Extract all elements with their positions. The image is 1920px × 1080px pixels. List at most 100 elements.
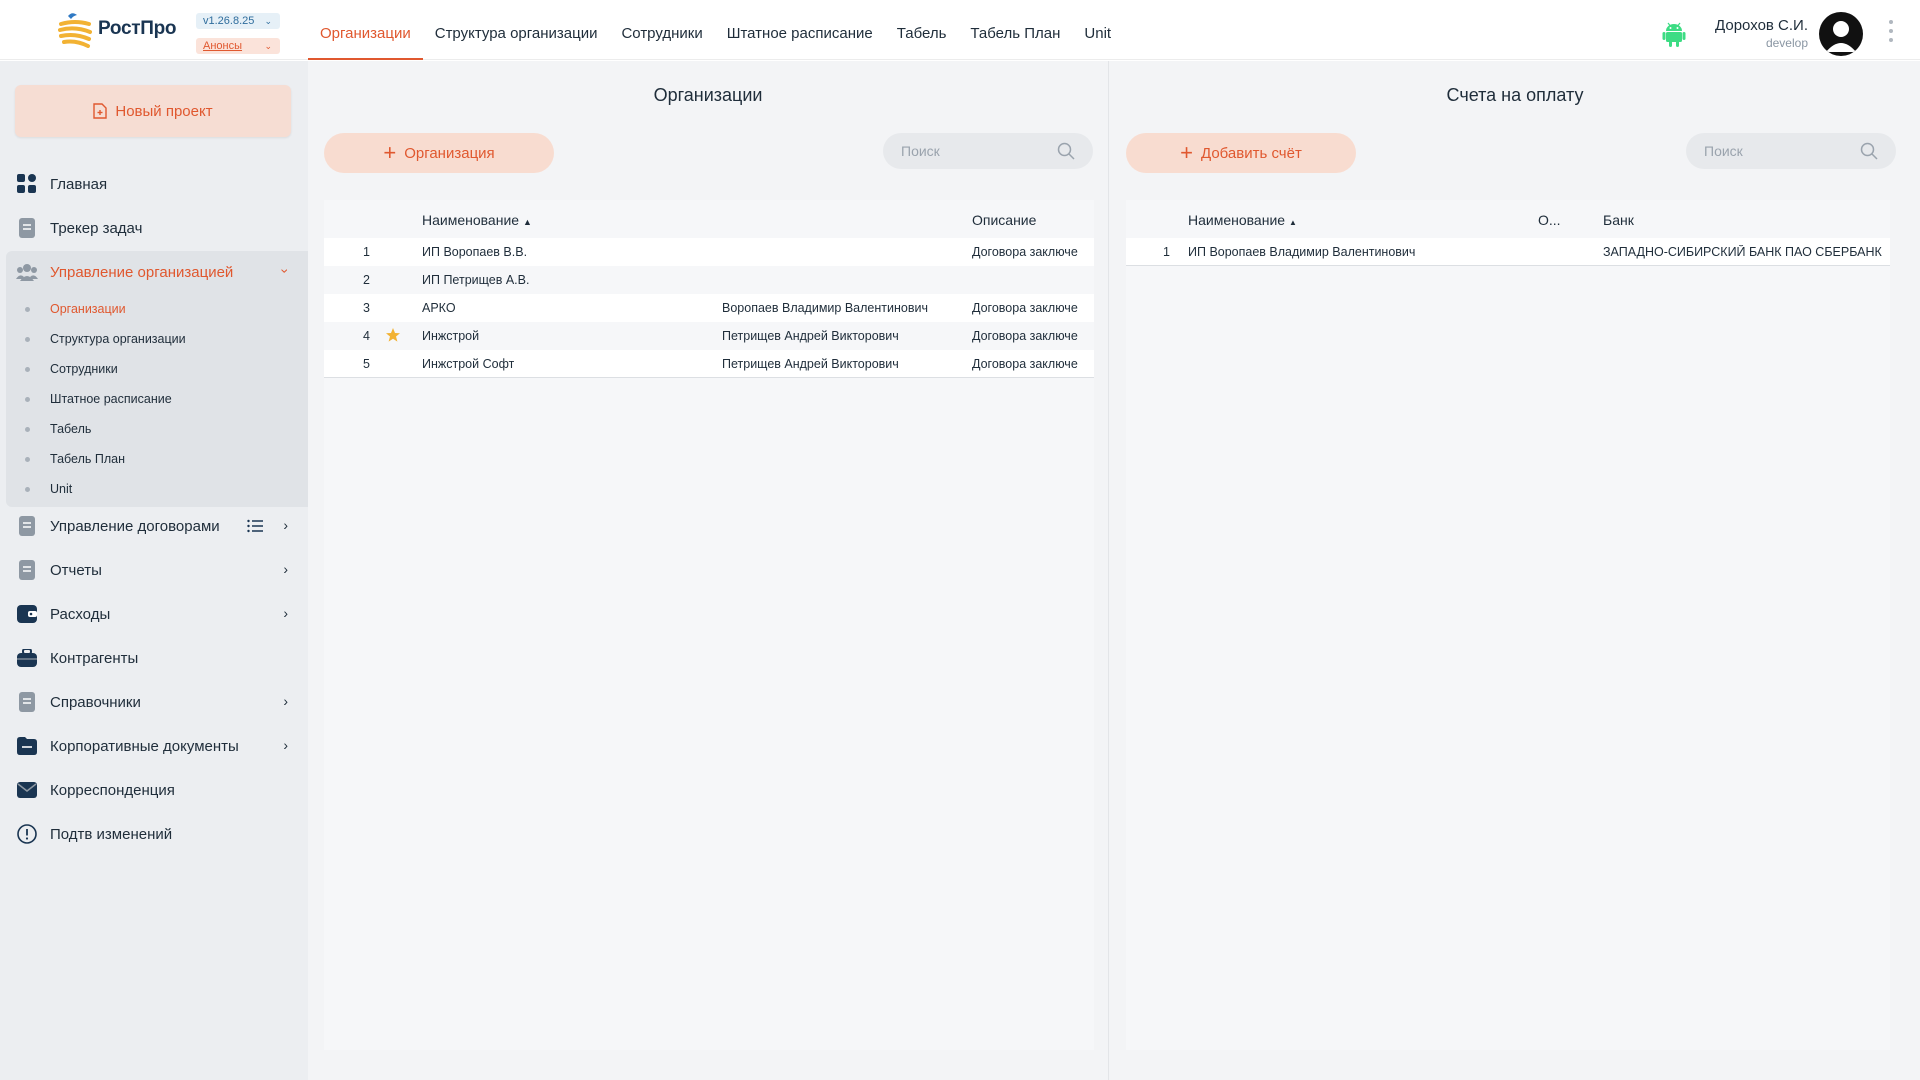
invoices-panel: Счета на оплату + Добавить счёт Наименов… bbox=[1110, 61, 1920, 1080]
column-header-name[interactable]: Наименование ▲ bbox=[422, 212, 532, 228]
sub-item-organizations[interactable]: Организации bbox=[50, 295, 126, 323]
table-row[interactable]: 1 ИП Воропаев Владимир Валентинович ЗАПА… bbox=[1126, 238, 1890, 266]
star-icon[interactable] bbox=[385, 327, 401, 343]
top-bar: РостПро v1.26.8.25 ⌄ Анонсы ⌄ Организации … bbox=[0, 0, 1920, 60]
org-description: Договора заключе bbox=[972, 301, 1078, 315]
list-icon[interactable] bbox=[247, 519, 263, 537]
sub-item-employees[interactable]: Сотрудники bbox=[50, 355, 118, 383]
chevron-right-icon: › bbox=[283, 605, 288, 621]
logo[interactable]: РостПро bbox=[58, 10, 177, 48]
sidebar-item-label: Трекер задач bbox=[50, 219, 143, 237]
nav-tab-employees[interactable]: Сотрудники bbox=[609, 0, 714, 60]
version-label: v1.26.8.25 bbox=[203, 15, 255, 27]
search-input[interactable] bbox=[883, 133, 1033, 169]
sidebar-item-label: Отчеты bbox=[50, 561, 102, 579]
invoices-table: Наименование ▲ О... Банк 1 ИП Воропаев В… bbox=[1126, 200, 1890, 1050]
sub-item-timesheet[interactable]: Табель bbox=[50, 415, 91, 443]
top-nav: Организации Структура организации Сотруд… bbox=[308, 0, 1123, 60]
more-menu-icon[interactable] bbox=[1888, 20, 1894, 46]
version-select[interactable]: v1.26.8.25 ⌄ bbox=[196, 13, 280, 29]
org-name: ИП Петрищев А.В. bbox=[422, 273, 530, 287]
folder-icon bbox=[16, 735, 38, 757]
chevron-right-icon: › bbox=[283, 561, 288, 577]
column-header-bank[interactable]: Банк bbox=[1603, 212, 1634, 228]
sidebar-item-references[interactable]: Справочники › bbox=[0, 680, 308, 724]
org-director: Воропаев Владимир Валентинович bbox=[722, 301, 928, 315]
org-description: Договора заключе bbox=[972, 245, 1078, 259]
org-description: Договора заключе bbox=[972, 357, 1078, 371]
sidebar-item-label: Корпоративные документы bbox=[50, 737, 239, 755]
chevron-right-icon: › bbox=[283, 693, 288, 709]
nav-tab-staffing[interactable]: Штатное расписание bbox=[715, 0, 885, 60]
sidebar-item-label: Контрагенты bbox=[50, 649, 139, 667]
sub-item-staffing[interactable]: Штатное расписание bbox=[50, 385, 172, 413]
table-row[interactable]: 3 АРКО Воропаев Владимир Валентинович До… bbox=[324, 294, 1094, 322]
announcements-select[interactable]: Анонсы ⌄ bbox=[196, 38, 280, 54]
sidebar-item-confirm-changes[interactable]: Подтв изменений bbox=[0, 812, 308, 856]
org-name: АРКО bbox=[422, 301, 456, 315]
sidebar-item-label: Справочники bbox=[50, 693, 141, 711]
sidebar-item-correspondence[interactable]: Корреспонденция bbox=[0, 768, 308, 812]
sidebar-item-task-tracker[interactable]: Трекер задач bbox=[0, 206, 308, 250]
row-number: 4 bbox=[363, 329, 370, 343]
briefcase-icon bbox=[16, 647, 38, 669]
sidebar-item-contracts[interactable]: Управление договорами › bbox=[0, 504, 308, 548]
search-input[interactable] bbox=[1686, 133, 1836, 169]
document-icon bbox=[16, 217, 38, 239]
plus-icon: + bbox=[1180, 140, 1194, 165]
sub-item-org-structure[interactable]: Структура организации bbox=[50, 325, 186, 353]
sidebar: Новый проект Главная Трекер задач Управл… bbox=[0, 61, 308, 1080]
sidebar-item-label: Подтв изменений bbox=[50, 825, 173, 843]
chevron-down-icon: ⌄ bbox=[264, 41, 272, 51]
add-organization-button[interactable]: + Организация bbox=[324, 133, 554, 173]
nav-tab-timesheet[interactable]: Табель bbox=[885, 0, 959, 60]
chevron-right-icon: › bbox=[283, 517, 288, 533]
sort-asc-icon: ▲ bbox=[1288, 218, 1297, 227]
organizations-table: Наименование ▲ Описание 1 ИП Воропаев В.… bbox=[324, 200, 1094, 1050]
column-header-name[interactable]: Наименование ▲ bbox=[1188, 212, 1297, 228]
sidebar-item-label: Корреспонденция bbox=[50, 781, 175, 799]
sidebar-item-corporate-docs[interactable]: Корпоративные документы › bbox=[0, 724, 308, 768]
sidebar-item-reports[interactable]: Отчеты › bbox=[0, 548, 308, 592]
sort-asc-icon: ▲ bbox=[522, 217, 532, 227]
table-row[interactable]: 1 ИП Воропаев В.В. Договора заключе bbox=[324, 238, 1094, 266]
table-header: Наименование ▲ Описание bbox=[324, 200, 1094, 238]
wallet-icon bbox=[16, 603, 38, 625]
nav-tab-organizations[interactable]: Организации bbox=[308, 0, 423, 60]
table-row[interactable]: 5 Инжстрой Софт Петрищев Андрей Викторов… bbox=[324, 350, 1094, 378]
table-row[interactable]: 2 ИП Петрищев А.В. bbox=[324, 266, 1094, 294]
sub-item-timesheet-plan[interactable]: Табель План bbox=[50, 445, 125, 473]
new-project-button[interactable]: Новый проект bbox=[15, 85, 291, 137]
logo-icon bbox=[58, 10, 92, 48]
chevron-down-icon: › bbox=[277, 268, 294, 274]
nav-tab-org-structure[interactable]: Структура организации bbox=[423, 0, 610, 60]
organizations-search bbox=[883, 133, 1093, 169]
search-icon[interactable] bbox=[1860, 142, 1878, 160]
chevron-down-icon: ⌄ bbox=[264, 16, 272, 26]
sidebar-item-org-management[interactable]: Управление организацией › bbox=[0, 250, 308, 294]
table-row[interactable]: 4 Инжстрой Петрищев Андрей Викторович До… bbox=[324, 322, 1094, 350]
sub-item-unit[interactable]: Unit bbox=[50, 475, 72, 503]
column-header-description[interactable]: Описание bbox=[972, 212, 1036, 228]
org-name: Инжстрой bbox=[422, 329, 480, 343]
invoices-search bbox=[1686, 133, 1896, 169]
sidebar-item-home[interactable]: Главная bbox=[0, 162, 308, 206]
sidebar-item-expenses[interactable]: Расходы › bbox=[0, 592, 308, 636]
alert-icon bbox=[16, 823, 38, 845]
row-number: 1 bbox=[363, 245, 370, 259]
users-icon bbox=[16, 261, 38, 283]
sidebar-item-contractors[interactable]: Контрагенты bbox=[0, 636, 308, 680]
nav-tab-timesheet-plan[interactable]: Табель План bbox=[958, 0, 1072, 60]
document-icon bbox=[16, 515, 38, 537]
chevron-right-icon: › bbox=[283, 737, 288, 753]
avatar[interactable] bbox=[1819, 12, 1863, 56]
invoice-name: ИП Воропаев Владимир Валентинович bbox=[1188, 245, 1416, 259]
android-icon[interactable] bbox=[1662, 21, 1686, 47]
search-icon[interactable] bbox=[1057, 142, 1075, 160]
column-header-o[interactable]: О... bbox=[1538, 212, 1561, 228]
document-icon bbox=[16, 691, 38, 713]
mail-icon bbox=[16, 779, 38, 801]
add-invoice-button[interactable]: + Добавить счёт bbox=[1126, 133, 1356, 173]
nav-tab-unit[interactable]: Unit bbox=[1072, 0, 1123, 60]
sidebar-item-label: Управление договорами bbox=[50, 517, 220, 535]
